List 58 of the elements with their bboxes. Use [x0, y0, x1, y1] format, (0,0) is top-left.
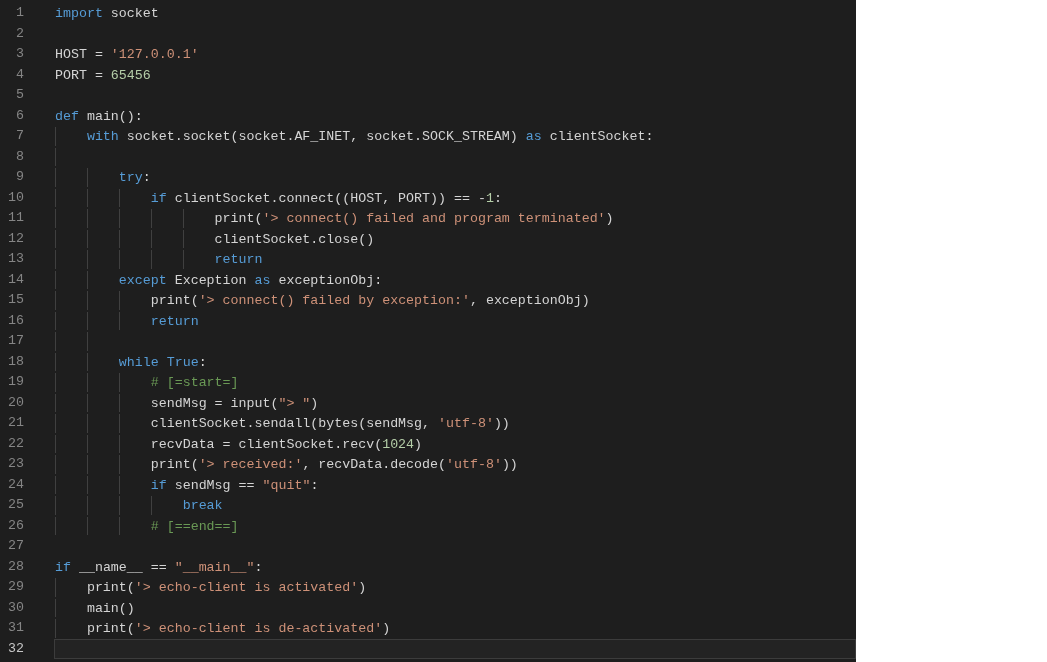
code-line: if clientSocket.connect((HOST, PORT)) == -1:	[150, 189, 502, 207]
code-line: print('> echo-client is de-activated')	[86, 620, 391, 638]
code-line: break	[182, 497, 223, 515]
line-number: 11	[7, 209, 24, 227]
line-number: 23	[7, 455, 24, 473]
code-line: if __name__ == "__main__":	[55, 558, 263, 576]
code-line: # [=start=]	[150, 374, 239, 392]
line-number: 27	[7, 537, 24, 555]
line-number: 26	[7, 516, 24, 535]
line-number: 5	[15, 86, 24, 104]
line-number: 29	[7, 578, 24, 596]
line-number: 15	[7, 291, 24, 309]
line-number: 6	[15, 106, 24, 125]
line-number: 8	[15, 147, 24, 166]
line-number: 13	[7, 250, 24, 268]
line-number: 10	[7, 188, 24, 207]
code-line: print('> connect() failed by exception:', exceptionObj)	[150, 292, 590, 310]
code-line: try:	[118, 169, 151, 187]
line-number: 12	[7, 229, 24, 248]
code-line: return	[214, 251, 263, 269]
line-number: 25	[7, 496, 24, 514]
code-line: print('> echo-client is activated')	[86, 579, 367, 597]
code-line: return	[150, 312, 199, 330]
line-number: 17	[7, 332, 24, 350]
line-number: 3	[15, 45, 24, 63]
line-number: 24	[7, 475, 24, 494]
code-line: print('> received:', recvData.decode('utf-8'))	[150, 456, 518, 474]
code-line: sendMsg = input("> ")	[150, 394, 319, 412]
line-number: 16	[7, 311, 24, 330]
line-number: 22	[7, 434, 24, 453]
line-number: 18	[7, 352, 24, 371]
line-number: 7	[15, 127, 24, 145]
line-number: 31	[7, 619, 24, 637]
code-line: except Exception as exceptionObj:	[118, 271, 383, 289]
code-line: clientSocket.close()	[214, 230, 375, 248]
code-line: if sendMsg == "quit":	[150, 476, 319, 494]
line-number: 20	[7, 393, 24, 412]
code-line: recvData = clientSocket.recv(1024)	[150, 435, 423, 453]
code-line: import socket	[55, 5, 159, 23]
code-line: with socket.socket(socket.AF_INET, socket.SOCK_STREAM) as clientSocket:	[86, 128, 654, 146]
line-number: 30	[7, 598, 24, 617]
line-number: 9	[15, 168, 24, 186]
code-line: def main():	[55, 107, 143, 125]
code-line: while True:	[118, 353, 207, 371]
line-number: 28	[7, 557, 24, 576]
code-line: print('> connect() failed and program terminated')	[214, 210, 614, 228]
line-number: 14	[7, 270, 24, 289]
code-line: # [==end==]	[150, 517, 239, 535]
code-line: main()	[86, 599, 135, 617]
line-number: 4	[15, 65, 24, 84]
code-line: PORT = 65456	[55, 66, 151, 84]
code-line: clientSocket.sendall(bytes(sendMsg, 'utf-8'))	[150, 415, 510, 433]
line-number: 21	[7, 414, 24, 432]
code-line: HOST = '127.0.0.1'	[55, 46, 199, 64]
line-number: 32	[7, 639, 24, 658]
line-number: 19	[7, 373, 24, 391]
line-number: 2	[15, 24, 24, 43]
line-number: 1	[15, 4, 24, 22]
